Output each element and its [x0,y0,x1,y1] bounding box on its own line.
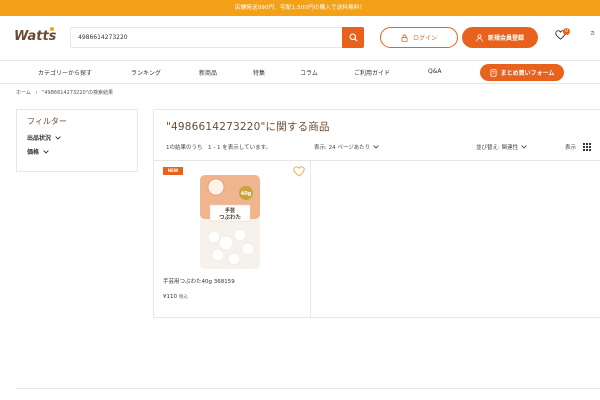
watts-logo[interactable]: Watts [14,29,56,44]
chevron-down-icon [55,135,61,140]
sort-label: 並び替え: 関連性 [476,145,519,151]
breadcrumb-current: "4986614273220"の検索結果 [42,90,114,96]
lock-icon [401,34,408,42]
results-header: "4986614273220"に関する商品 1の結果のうち 1 - 1 を表示し… [153,109,600,161]
nav-item-new[interactable]: 新商品 [199,68,217,77]
breadcrumb-home[interactable]: ホーム [16,90,31,96]
results-title: "4986614273220"に関する商品 [166,121,330,133]
search-input[interactable] [71,28,343,47]
free-shipping-banner: 店舗発送990円、宅配1,500円の購入で送料無料！ [0,0,600,16]
cart-button[interactable]: カ [590,30,600,48]
package-title-line1: 手芸 [225,207,235,214]
filter-availability-label: 出品状況 [27,135,52,142]
filter-price-label: 価格 [27,149,40,156]
search-button[interactable] [342,27,364,48]
login-button[interactable]: ログイン [380,27,458,48]
site-header: Watts ログイン 新規会員登録 0 カ [0,16,600,60]
view-toggle: 表示 [565,143,592,151]
nav-item-qa[interactable]: Q&A [428,68,442,75]
product-tax-label: 税込 [179,295,188,300]
heart-icon [293,166,305,177]
product-image[interactable]: 40g 手芸 つぶわた [196,173,264,271]
package-title-line2: つぶわた [219,214,242,221]
favorites-count-badge: 0 [563,28,570,35]
register-button[interactable]: 新規会員登録 [462,27,538,48]
form-icon [490,68,497,77]
filter-price[interactable]: 価格 [27,147,127,156]
product-price: ¥110 税込 [163,294,188,300]
cart-label: カ [590,31,596,37]
bulk-order-form-button[interactable]: まとめ買いフォーム [480,64,564,81]
user-icon [476,33,483,42]
product-grid: NEW 40g 手芸 つぶわた 手芸用つぶわた40g 368159 ¥110 税込 [153,160,600,318]
search-bar [70,27,364,48]
add-favorite-button[interactable] [293,166,305,178]
nav-item-guide[interactable]: ご利用ガイド [354,68,390,77]
login-label: ログイン [412,35,437,42]
search-icon [348,33,358,42]
view-label: 表示 [565,145,577,151]
filter-title: フィルター [27,117,67,126]
breadcrumb: ホーム › "4986614273220"の検索結果 [16,89,116,96]
nav-item-feature[interactable]: 特集 [253,68,265,77]
chevron-down-icon [373,145,379,149]
nav-item-ranking[interactable]: ランキング [131,68,161,77]
chevron-down-icon [43,149,49,154]
chevron-down-icon [521,145,527,149]
per-page-select[interactable]: 表示: 24 ページあたり [314,143,379,151]
bulk-order-label: まとめ買いフォーム [500,70,555,77]
grid-view-icon[interactable] [583,143,592,151]
breadcrumb-separator: › [35,90,38,96]
filter-availability[interactable]: 出品状況 [27,133,127,142]
footer-divider [16,388,600,389]
results-count: 1の結果のうち 1 - 1 を表示しています。 [166,145,272,151]
filter-sidebar: フィルター 出品状況 価格 [16,109,138,172]
product-name[interactable]: 手芸用つぶわた40g 368159 [163,277,235,285]
per-page-label: 表示: 24 ページあたり [314,145,371,151]
product-card[interactable]: NEW 40g 手芸 つぶわた 手芸用つぶわた40g 368159 ¥110 税込 [154,161,311,317]
sort-select[interactable]: 並び替え: 関連性 [476,143,527,151]
nav-item-column[interactable]: コラム [300,68,318,77]
register-label: 新規会員登録 [487,35,524,42]
new-badge: NEW [163,167,183,175]
nav-item-category[interactable]: カテゴリーから探す [38,68,92,77]
package-weight: 40g [241,191,252,197]
product-price-value: ¥110 [163,294,177,300]
main-nav: カテゴリーから探す ランキング 新商品 特集 コラム ご利用ガイド Q&A まと… [0,60,600,84]
logo-dot-icon [50,27,54,31]
